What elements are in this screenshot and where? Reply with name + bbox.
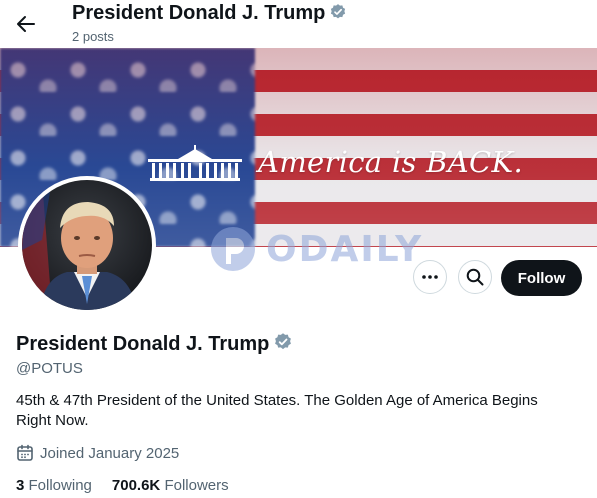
verified-badge-icon [329, 3, 347, 27]
following-link[interactable]: 3 Following [16, 477, 92, 494]
calendar-icon [17, 444, 33, 461]
followers-label: Followers [164, 477, 229, 494]
more-options-button[interactable] [413, 260, 447, 294]
more-dots-icon [422, 275, 438, 279]
search-button[interactable] [458, 260, 492, 294]
follow-stats: 3 Following 700.6K Followers [16, 477, 229, 494]
top-bar: President Donald J. Trump 2 posts [0, 0, 597, 48]
follow-button[interactable]: Follow [501, 260, 582, 296]
white-house-icon [148, 145, 242, 190]
following-label: Following [28, 477, 92, 494]
followers-link[interactable]: 700.6K Followers [112, 477, 229, 494]
verified-badge-icon[interactable] [273, 332, 293, 358]
following-count: 3 [16, 477, 25, 494]
profile-bio: 45th & 47th President of the United Stat… [16, 392, 538, 429]
joined-date: Joined January 2025 [16, 444, 179, 462]
joined-text: Joined January 2025 [40, 444, 180, 462]
back-arrow-icon[interactable] [14, 12, 38, 36]
header-name: President Donald J. Trump [72, 2, 326, 24]
watermark-text: ODAILY [266, 228, 424, 270]
post-count: 2 posts [72, 29, 114, 44]
followers-count: 700.6K [111, 477, 161, 494]
header-title: President Donald J. Trump [72, 2, 347, 27]
profile-name-text: President Donald J. Trump [16, 333, 270, 355]
odaily-logo-icon [211, 227, 255, 271]
banner-tagline: America is BACK. [258, 145, 523, 179]
search-icon [466, 268, 484, 286]
profile-handle: @POTUS [16, 360, 83, 377]
watermark: ODAILY [210, 226, 423, 272]
avatar[interactable] [18, 176, 156, 314]
portrait-image [22, 180, 136, 310]
profile-name: President Donald J. Trump [16, 332, 293, 358]
